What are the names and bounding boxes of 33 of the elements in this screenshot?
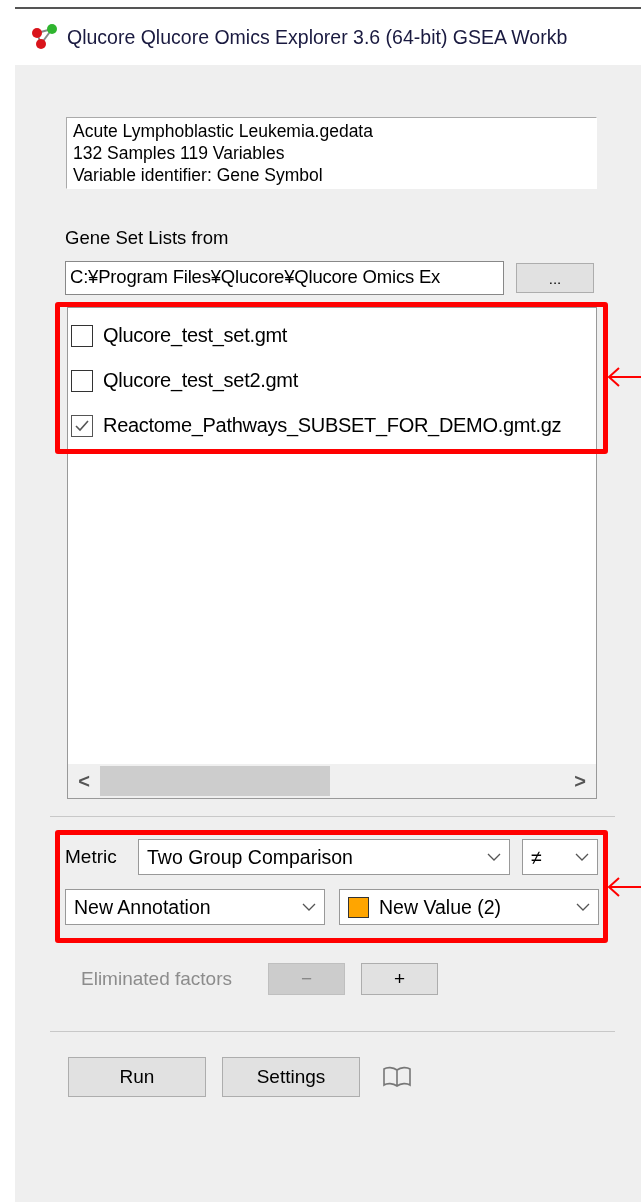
- browse-button[interactable]: ...: [516, 263, 594, 293]
- book-icon[interactable]: [382, 1065, 412, 1089]
- dataset-info-line: Variable identifier: Gene Symbol: [73, 164, 324, 186]
- eliminated-factors-label: Eliminated factors: [81, 968, 233, 990]
- operator-dropdown[interactable]: ≠: [522, 839, 598, 875]
- dataset-info-line: 132 Samples 119 Variables: [73, 142, 286, 164]
- chevron-down-icon: [302, 903, 316, 911]
- action-button[interactable]: Run: [68, 1057, 206, 1097]
- pointer-arrow: [607, 366, 641, 388]
- group-value-dropdown[interactable]: New Value (2): [339, 889, 599, 925]
- horizontal-scrollbar[interactable]: < >: [68, 764, 596, 798]
- action-button[interactable]: Settings: [222, 1057, 360, 1097]
- gene-set-file-name: Qlucore_test_set.gmt: [103, 324, 288, 347]
- checkmark-icon: [74, 418, 90, 433]
- gene-set-file-name: Qlucore_test_set2.gmt: [103, 369, 298, 392]
- app-logo-icon: [29, 23, 59, 51]
- checkbox[interactable]: [71, 369, 93, 392]
- scroll-right-button[interactable]: >: [564, 769, 596, 793]
- chevron-down-icon: [575, 853, 589, 861]
- scroll-left-button[interactable]: <: [68, 769, 100, 793]
- chevron-down-icon: [487, 853, 501, 861]
- gene-set-file-name: Reactome_Pathways_SUBSET_FOR_DEMO.gmt.gz: [103, 414, 562, 437]
- checkbox[interactable]: [71, 414, 93, 437]
- pointer-arrow: [607, 876, 641, 898]
- window-title: Qlucore Qlucore Omics Explorer 3.6 (64-bit) GSEA Workb: [67, 25, 568, 49]
- chevron-down-icon: [576, 903, 590, 911]
- dataset-info-line: Acute Lymphoblastic Leukemia.gedata: [73, 120, 374, 142]
- checkbox[interactable]: [71, 324, 93, 347]
- metric-label: Metric: [65, 846, 118, 868]
- gene-set-lists-label: Gene Set Lists from: [65, 227, 230, 249]
- metric-dropdown[interactable]: Two Group Comparison: [138, 839, 510, 875]
- annotation-dropdown[interactable]: New Annotation: [65, 889, 325, 925]
- path-field[interactable]: C:¥Program Files¥Qlucore¥Qlucore Omics Ex: [65, 261, 504, 295]
